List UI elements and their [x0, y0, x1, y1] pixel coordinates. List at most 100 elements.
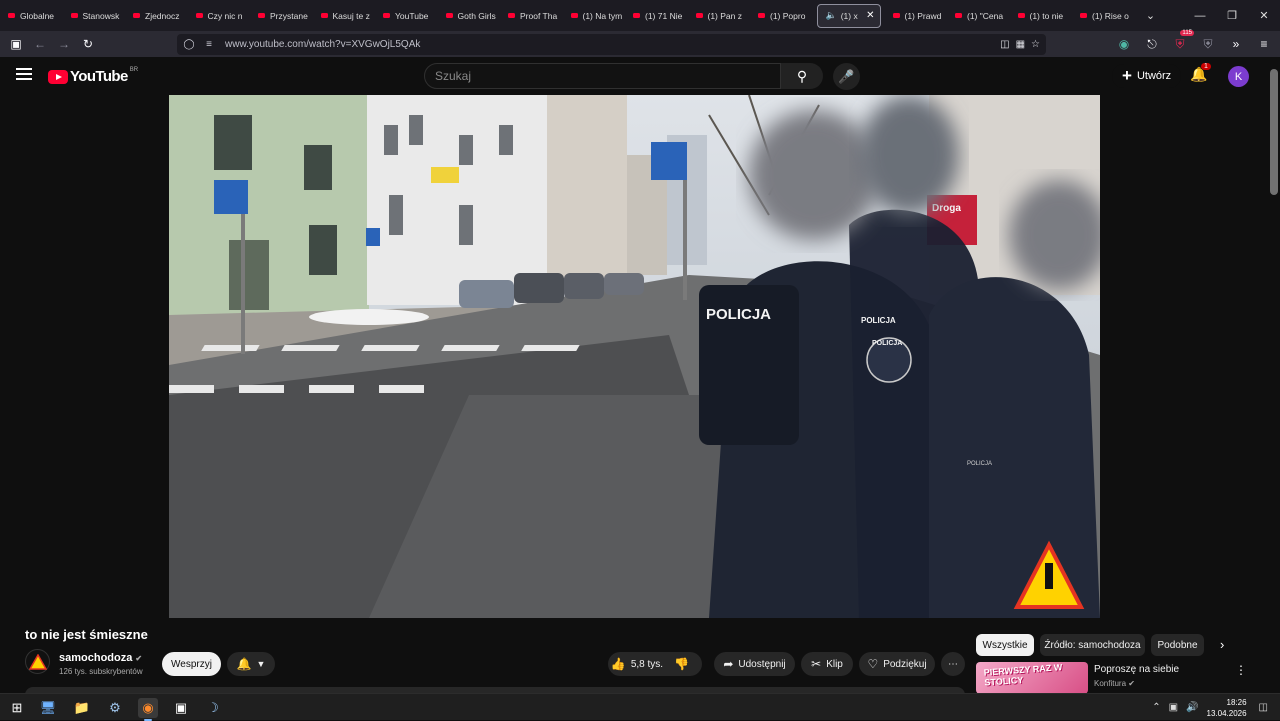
youtube-favicon-icon — [133, 13, 140, 18]
notifications-bell-icon[interactable]: 🔔 1 — [1190, 63, 1211, 86]
chip-related[interactable]: Podobne — [1151, 634, 1204, 656]
dislike-button[interactable]: 👎 — [666, 657, 702, 671]
privacy-shield-icon[interactable]: ⛨ — [1196, 32, 1220, 56]
browser-tab[interactable]: (1) to nie — [1010, 4, 1073, 28]
system-tray: ⌃ ▣ 🔊 18:26 13.04.2026 ◫ — [1152, 694, 1280, 721]
picture-in-picture-icon[interactable]: ◫ — [1000, 39, 1009, 50]
app-menu-icon[interactable]: ≡ — [1252, 32, 1276, 56]
clip-button[interactable]: ✂ Klip — [801, 652, 853, 676]
tab-list-chevron-icon[interactable]: ⌄ — [1141, 9, 1161, 22]
browser-tab[interactable]: Kasuj te z — [313, 4, 376, 28]
browser-tab[interactable]: Stanowsk — [63, 4, 126, 28]
recommendation-channel: Konfitura ✔ — [1094, 679, 1135, 688]
file-explorer-icon[interactable]: 📁 — [72, 698, 92, 718]
forward-icon[interactable]: → — [52, 32, 76, 56]
browser-tab-active[interactable]: 🔈 (1) x ✕ — [816, 3, 881, 28]
menu-hamburger-icon[interactable] — [16, 68, 32, 82]
minimize-icon[interactable]: — — [1184, 0, 1216, 31]
chip-from-channel[interactable]: Źródło: samochodoza — [1040, 634, 1145, 656]
reader-view-icon[interactable]: ▦ — [1016, 39, 1025, 50]
browser-tab[interactable]: Przystane — [250, 4, 313, 28]
youtube-favicon-icon — [633, 13, 640, 18]
windows-start-icon[interactable]: ⊞ — [7, 698, 27, 718]
speaker-icon[interactable]: 🔈 — [826, 10, 837, 21]
scrollbar-thumb[interactable] — [1270, 69, 1278, 195]
youtube-favicon-icon — [758, 13, 765, 18]
search-input[interactable]: Szukaj — [424, 63, 781, 89]
monitor-app-icon[interactable]: 🖥 — [38, 698, 58, 718]
more-actions-button[interactable]: ⋯ — [941, 652, 965, 676]
url-text[interactable]: www.youtube.com/watch?v=XVGwOjL5QAk — [225, 39, 420, 50]
browser-tab[interactable]: (1) Popro — [750, 4, 813, 28]
browser-tab[interactable]: (1) Prawd — [885, 4, 948, 28]
chips-next-chevron-icon[interactable]: › — [1220, 637, 1224, 652]
search-icon: ⚲ — [796, 67, 808, 84]
search-button[interactable]: ⚲ — [781, 63, 823, 89]
steam-icon[interactable]: ⚙ — [105, 698, 125, 718]
browser-tab[interactable]: (1) 71 Nie — [625, 4, 688, 28]
channel-name[interactable]: samochodoza ✔ — [59, 652, 142, 664]
tray-chevron-up-icon[interactable]: ⌃ — [1152, 702, 1160, 713]
thanks-button[interactable]: ♡ Podziękuj — [859, 652, 935, 676]
browser-tab[interactable]: Globalne — [0, 4, 63, 28]
like-dislike-group: 👍 5,8 tys. 👎 — [608, 652, 702, 676]
create-button[interactable]: + Utwórz — [1112, 64, 1182, 88]
thumbs-down-icon: 👎 — [674, 657, 689, 671]
subscription-bell-button[interactable]: 🔔 ▼ — [227, 652, 275, 676]
reload-icon[interactable]: ↻ — [76, 32, 100, 56]
browser-tab[interactable]: Zjednocz — [125, 4, 188, 28]
recommendation-title[interactable]: Poproszę na siebie — [1094, 664, 1179, 675]
close-tab-icon[interactable]: ✕ — [866, 10, 874, 21]
overflow-chevrons-icon[interactable]: » — [1224, 32, 1248, 56]
browser-tab[interactable]: (1) Na tym — [563, 4, 626, 28]
recommendation-menu-icon[interactable]: ⋮ — [1235, 663, 1247, 677]
volume-icon[interactable]: 🔊 — [1186, 702, 1198, 713]
browser-tab[interactable]: YouTube — [375, 4, 438, 28]
close-window-icon[interactable]: ✕ — [1248, 0, 1280, 31]
notification-center-icon[interactable]: ◫ — [1259, 702, 1268, 713]
browser-tab[interactable]: (1) Rise o — [1072, 4, 1135, 28]
chip-all[interactable]: Wszystkie — [976, 634, 1034, 656]
maximize-icon[interactable]: ❐ — [1216, 0, 1248, 31]
browser-tab[interactable]: (1) Pan z — [688, 4, 751, 28]
firefox-icon[interactable]: ◉ — [138, 698, 158, 721]
youtube-logo[interactable]: YouTube BR — [48, 67, 138, 85]
clock[interactable]: 18:26 13.04.2026 — [1207, 697, 1247, 719]
misc-app-icon[interactable]: ☽ — [203, 698, 223, 718]
url-bar[interactable]: ◯ ≡ www.youtube.com/watch?v=XVGwOjL5QAk … — [177, 34, 1046, 55]
browser-tab[interactable]: (1) "Cena — [947, 4, 1010, 28]
network-icon[interactable]: ▣ — [1169, 702, 1178, 713]
youtube-favicon-icon — [1017, 13, 1025, 18]
youtube-favicon-icon — [320, 13, 328, 18]
bookmark-star-icon[interactable]: ☆ — [1031, 39, 1040, 50]
recommendation-thumbnail[interactable]: PIERWSZY RAZ W STOLICY — [976, 662, 1088, 694]
sidebar-toggle-icon[interactable]: ▣ — [4, 32, 28, 56]
youtube-favicon-icon — [445, 13, 453, 18]
account-avatar[interactable]: K — [1228, 66, 1249, 87]
voice-search-mic-icon[interactable]: 🎤 — [833, 63, 860, 90]
channel-avatar[interactable] — [25, 649, 50, 674]
share-button[interactable]: ➦ Udostępnij — [714, 652, 795, 676]
page-scrollbar[interactable] — [1268, 57, 1280, 693]
ublock-icon[interactable]: ⛨ 115 — [1168, 30, 1194, 56]
youtube-favicon-icon — [195, 13, 203, 18]
like-button[interactable]: 👍 5,8 tys. — [608, 657, 666, 671]
browser-tab[interactable]: Proof Tha — [500, 4, 563, 28]
youtube-favicon-icon — [695, 13, 703, 18]
browser-tab[interactable]: Czy nic n — [188, 4, 251, 28]
shield-icon[interactable]: ◯ — [181, 39, 197, 50]
police-back-text: POLICJA — [706, 306, 771, 323]
back-icon[interactable]: ← — [28, 32, 52, 56]
youtube-favicon-icon — [892, 13, 900, 18]
video-player[interactable]: Droga POLICJA POLICJA POLICJA POLICJA — [169, 95, 1100, 618]
notification-count: 1 — [1201, 63, 1211, 70]
notion-icon[interactable]: ▣ — [171, 698, 191, 718]
youtube-header: YouTube BR Szukaj ⚲ 🎤 + Utwórz 🔔 1 K — [0, 57, 1280, 95]
extension-icon[interactable]: ◉ — [1112, 32, 1136, 56]
police-small-text: POLICJA — [967, 461, 992, 467]
extensions-puzzle-icon[interactable]: ⎋ — [1140, 32, 1164, 56]
site-permissions-icon[interactable]: ≡ — [201, 39, 217, 50]
youtube-favicon-icon — [1080, 13, 1087, 18]
browser-tab[interactable]: Goth Girls — [438, 4, 501, 28]
support-button[interactable]: Wesprzyj — [162, 652, 221, 676]
